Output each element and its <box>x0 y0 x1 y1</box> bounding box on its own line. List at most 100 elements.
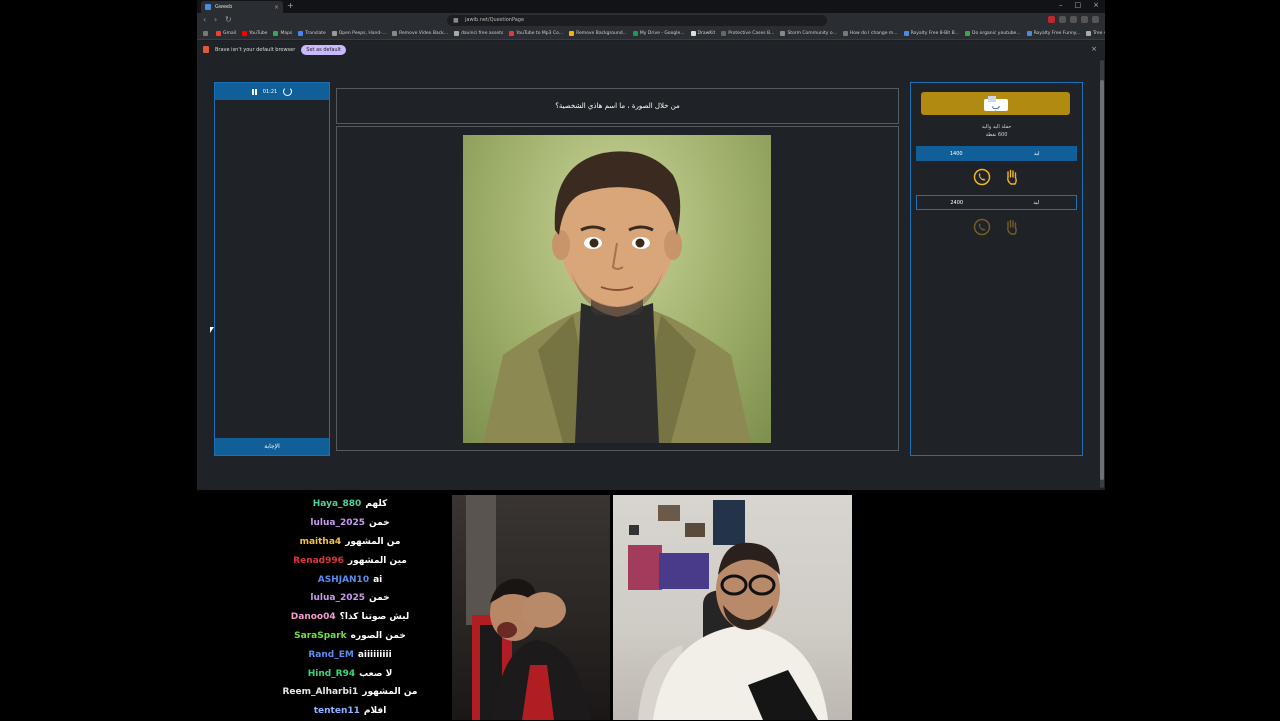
chat-message: لا صعب Hind_R94 <box>250 664 450 683</box>
answer-button[interactable]: الإجابة <box>215 438 329 455</box>
bookmark-item[interactable]: Royalty Free Funny... <box>1026 31 1081 36</box>
chat-message-text: افلام <box>363 706 387 717</box>
bookmark-item[interactable]: davinci free assets <box>454 31 503 36</box>
bookmark-item[interactable]: Remove Video Back... <box>392 31 448 36</box>
brave-icon <box>203 46 209 53</box>
chat-message-text: خمن الصوره <box>350 630 406 641</box>
url-field[interactable]: ■ jawib.net/QuestionPage <box>447 15 827 26</box>
bookmark-label: Translate <box>305 31 326 36</box>
downloads-icon[interactable] <box>1081 16 1088 23</box>
chat-message: افلام tenten11 <box>250 702 450 721</box>
teams-panel: ب حفلة اليد واليد 600 نقطة 1400 ليد 2400… <box>910 82 1083 456</box>
bookmark-favicon-icon <box>298 31 304 36</box>
close-window-icon[interactable]: × <box>1093 1 1099 9</box>
bookmark-item[interactable]: Translate <box>298 31 326 36</box>
chat-username: Hind_R94 <box>307 668 356 679</box>
bookmark-label: Royalty Free 8-Bit B... <box>910 31 960 36</box>
forward-icon[interactable]: › <box>214 15 217 24</box>
new-tab-icon[interactable]: + <box>287 1 294 10</box>
extension-icon[interactable] <box>1048 16 1055 23</box>
reset-timer-icon[interactable] <box>283 87 293 96</box>
chat-username: maitha4 <box>299 536 342 547</box>
bookmark-item[interactable]: My Drive - Google... <box>632 31 685 36</box>
reload-icon[interactable]: ↻ <box>225 15 232 24</box>
extension-icon[interactable] <box>1059 16 1066 23</box>
chat-username: Haya_880 <box>312 499 362 510</box>
chat-username: Reem_Alharbi1 <box>282 687 359 698</box>
bookmark-item[interactable]: Maps <box>273 31 292 36</box>
tab-bar: Gweeb × + – □ × <box>197 0 1105 13</box>
bookmark-favicon-icon <box>454 31 460 36</box>
chat-message-text: خمن <box>369 593 390 604</box>
hand-raise-icon[interactable] <box>1003 218 1021 236</box>
bookmark-label: davinci free assets <box>461 31 504 36</box>
team1-helps <box>911 168 1082 186</box>
bookmark-favicon-icon <box>903 31 909 36</box>
tab-close-icon[interactable]: × <box>274 4 279 11</box>
apps-grid-icon[interactable] <box>203 31 210 36</box>
bookmark-favicon-icon <box>509 31 515 36</box>
page-scrollbar[interactable] <box>1100 60 1104 488</box>
bookmark-label: Gmail <box>223 31 237 36</box>
bookmark-item[interactable]: YouTube <box>242 31 267 36</box>
bookmark-item[interactable]: Protective Cases B... <box>721 31 774 36</box>
tab-title: Gweeb <box>215 4 233 10</box>
bookmark-favicon-icon <box>780 31 786 36</box>
bookmark-item[interactable]: DrawKit <box>690 31 715 36</box>
hand-raise-icon[interactable] <box>1003 168 1021 186</box>
scrollbar-thumb[interactable] <box>1100 80 1104 480</box>
bookmark-label: Open Peeps, Hand-... <box>338 31 387 36</box>
chat-message: خمن lulua_2025 <box>250 514 450 533</box>
bookmark-label: My Drive - Google... <box>639 31 685 36</box>
browser-tab[interactable]: Gweeb × <box>201 1 283 13</box>
minimize-icon[interactable]: – <box>1059 1 1063 9</box>
portrait-illustration <box>483 151 751 443</box>
webcam-right-image <box>628 500 828 720</box>
chat-message: ai ASHJAN10 <box>250 570 450 589</box>
chat-message-text: لا صعب <box>359 668 393 679</box>
bookmark-item[interactable]: Royalty Free 8-Bit B... <box>903 31 960 36</box>
chat-message: من المشهور Reem_Alharbi1 <box>250 683 450 702</box>
bookmark-favicon-icon <box>965 31 971 36</box>
bookmark-label: Remove Video Back... <box>399 31 449 36</box>
call-friend-icon[interactable] <box>973 168 991 186</box>
bookmark-item[interactable]: Storm Community o... <box>780 31 837 36</box>
bookmark-item[interactable]: Tree view React com... <box>1086 31 1105 36</box>
bookmark-item[interactable]: Open Peeps, Hand-... <box>331 31 387 36</box>
bookmark-item[interactable]: Remove Background... <box>569 31 627 36</box>
bookmark-favicon-icon <box>273 31 279 36</box>
infobar-close-icon[interactable]: × <box>1091 45 1097 53</box>
bookmark-favicon-icon <box>1026 31 1032 36</box>
team-info-line1: حفلة اليد واليد <box>981 124 1012 130</box>
team-info: حفلة اليد واليد 600 نقطة <box>911 123 1082 139</box>
bookmark-label: Tree view React com... <box>1093 31 1105 36</box>
chat-message-text: خمن <box>369 518 390 529</box>
bookmark-label: Protective Cases B... <box>728 31 775 36</box>
menu-icon[interactable] <box>1092 16 1099 23</box>
bookmark-item[interactable]: Do organic youtube... <box>965 31 1021 36</box>
chat-message-text: مين المشهور <box>347 555 407 566</box>
stream-frame: Gweeb × + – □ × ‹ › ↻ ■ jawib.net/Questi… <box>0 0 1280 720</box>
team-info-line2: 600 نقطة <box>985 132 1008 138</box>
bookmark-label: Storm Community o... <box>787 31 837 36</box>
bookmark-favicon-icon <box>1086 31 1092 36</box>
chat-message: مين المشهور Renad996 <box>250 551 450 570</box>
pause-icon[interactable] <box>251 88 257 95</box>
bookmark-label: Do organic youtube... <box>972 31 1021 36</box>
bookmark-label: Royalty Free Funny... <box>1033 31 1081 36</box>
address-toolbar: ‹ › ↻ ■ jawib.net/QuestionPage <box>197 13 1105 28</box>
chat-username: Renad996 <box>293 555 344 566</box>
bookmark-item[interactable]: How do I change m... <box>842 31 898 36</box>
call-friend-icon[interactable] <box>973 218 991 236</box>
team2-name: ليد <box>1033 199 1040 206</box>
team2-score: 2400 <box>950 199 964 206</box>
bookmark-item[interactable]: Gmail <box>216 31 236 36</box>
set-default-button[interactable]: Set as default <box>301 44 346 55</box>
maximize-icon[interactable]: □ <box>1075 1 1082 9</box>
svg-text:ب: ب <box>991 102 999 112</box>
team-logo-button[interactable]: ب <box>921 92 1070 115</box>
bookmark-item[interactable]: YouTube to Mp3 Co... <box>509 31 563 36</box>
webcam-left-image <box>466 495 592 720</box>
back-icon[interactable]: ‹ <box>203 15 206 24</box>
extension-icon[interactable] <box>1070 16 1077 23</box>
